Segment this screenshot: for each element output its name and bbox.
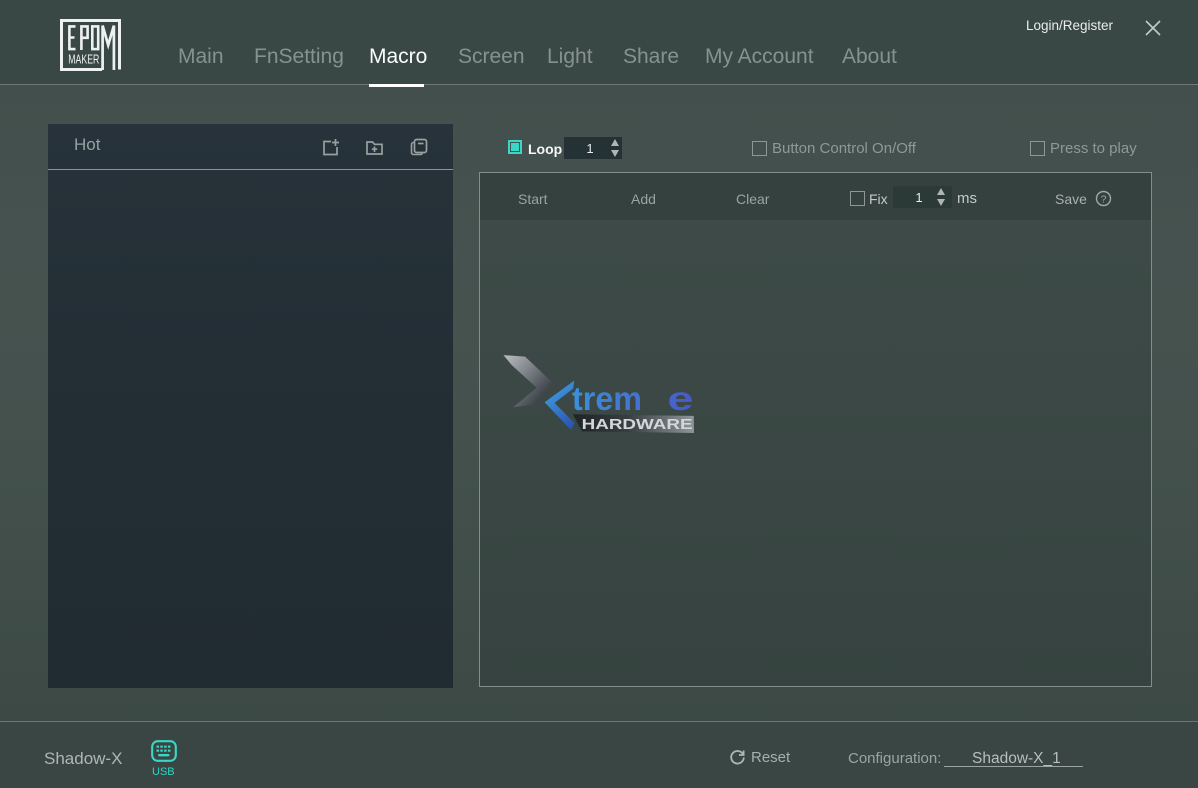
svg-text:e: e [668, 380, 694, 417]
svg-text:trem: trem [572, 380, 642, 417]
svg-text:MAKER: MAKER [68, 53, 99, 67]
svg-text:?: ? [1101, 194, 1107, 206]
svg-text:HARDWARE: HARDWARE [582, 417, 693, 433]
